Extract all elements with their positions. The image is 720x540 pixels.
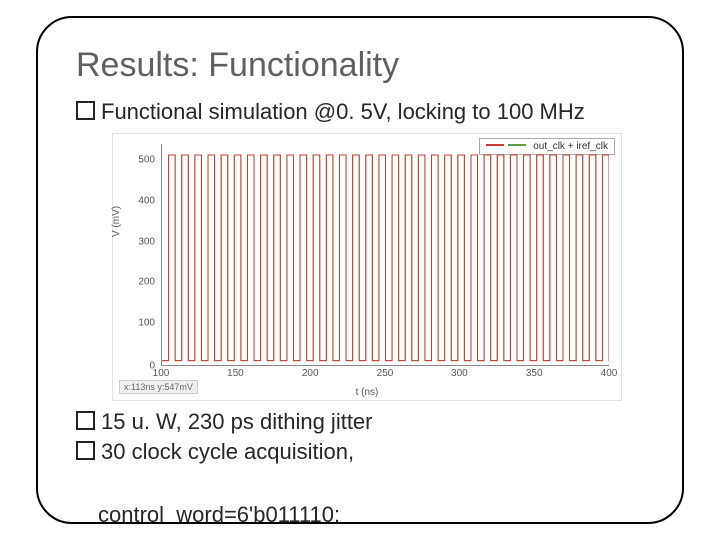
checkbox-icon [76, 441, 95, 460]
x-axis-ticks: 100 150 200 250 300 350 400 [161, 368, 609, 382]
waveform-svg [162, 144, 609, 365]
cursor-readout: x:113ns y:547mV [119, 380, 198, 394]
xtick: 200 [302, 368, 319, 379]
ytick: 400 [138, 196, 155, 207]
bullet-3: 30 clock cycle acquisition, [76, 439, 644, 465]
bullet-1: Functional simulation @0. 5V, locking to… [76, 99, 644, 125]
y-axis-ticks: 0 100 200 300 400 500 [117, 140, 157, 366]
ytick: 200 [138, 277, 155, 288]
ytick: 100 [138, 318, 155, 329]
xtick: 250 [377, 368, 394, 379]
bullet-2-text: 15 u. W, 230 ps dithing jitter [101, 409, 373, 434]
xtick: 150 [227, 368, 244, 379]
xtick: 400 [601, 368, 618, 379]
ytick: 500 [138, 155, 155, 166]
slide-title: Results: Functionality [76, 46, 644, 85]
ytick: 300 [138, 236, 155, 247]
plot-area [161, 144, 609, 366]
checkbox-icon [76, 411, 95, 430]
simulation-chart: out_clk + iref_clk V (mV) 0 100 200 300 … [112, 133, 622, 401]
bullet-2: 15 u. W, 230 ps dithing jitter [76, 409, 644, 435]
xtick: 300 [451, 368, 468, 379]
xtick: 350 [526, 368, 543, 379]
checkbox-icon [76, 101, 95, 120]
xtick: 100 [153, 368, 170, 379]
bullet-3-text: 30 clock cycle acquisition, [101, 439, 354, 464]
bullet-4-cutoff: control_word=6'b011110: [98, 502, 622, 524]
bullet-1-text: Functional simulation @0. 5V, locking to… [101, 99, 585, 124]
